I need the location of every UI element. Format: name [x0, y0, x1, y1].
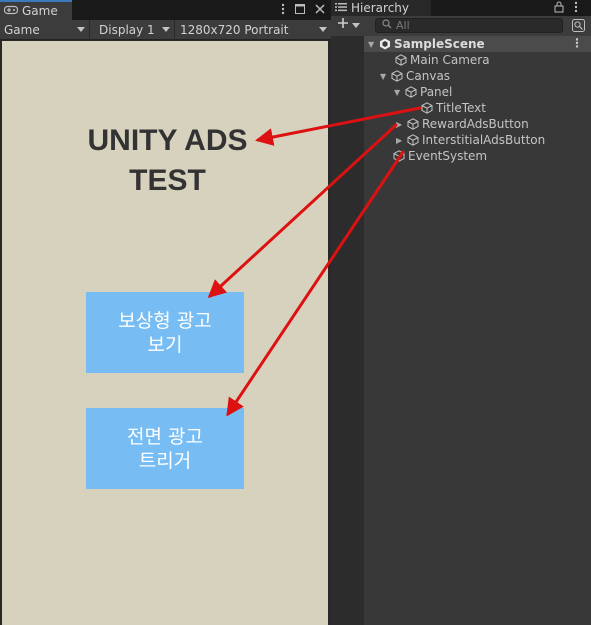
game-tab-bar: Game: [0, 0, 331, 20]
game-panel: Game Game Display 1 1280x720 Portrait UN…: [0, 0, 331, 625]
hierarchy-item-main-camera[interactable]: Main Camera: [394, 52, 490, 68]
hierarchy-item-panel[interactable]: ▼ Panel: [394, 84, 452, 100]
gameobject-cube-icon: [394, 54, 408, 66]
game-mode-label: Game: [4, 23, 40, 37]
search-placeholder: All: [396, 19, 410, 32]
hierarchy-item-label: RewardAdsButton: [422, 117, 529, 131]
hierarchy-item-label: Panel: [420, 85, 453, 99]
chevron-down-icon: [319, 27, 327, 32]
more-options-icon[interactable]: ⋮: [571, 36, 583, 50]
interstitial-button-label: 트리거: [138, 449, 192, 472]
expand-arrow-icon[interactable]: ▼: [394, 88, 404, 97]
reward-ads-button[interactable]: 보상형 광고 보기: [86, 292, 244, 373]
gameobject-cube-icon: [404, 86, 418, 98]
gameobject-cube-icon: [390, 70, 404, 82]
expand-arrow-icon[interactable]: ▼: [380, 72, 390, 81]
resolution-label: 1280x720 Portrait: [180, 23, 289, 37]
hierarchy-gutter: [331, 36, 364, 625]
hierarchy-item-label: TitleText: [436, 101, 486, 115]
hierarchy-item-label: EventSystem: [408, 149, 488, 163]
title-line: TEST: [129, 164, 206, 197]
expand-arrow-icon[interactable]: ▶: [396, 136, 406, 145]
hierarchy-toolbar: All: [331, 16, 591, 36]
title-text: UNITY ADS TEST: [2, 121, 333, 201]
chevron-down-icon: [162, 27, 170, 32]
lock-icon[interactable]: [554, 1, 564, 16]
tab-game-label: Game: [22, 4, 58, 18]
hierarchy-item-event-system[interactable]: EventSystem: [392, 148, 487, 164]
game-mode-dropdown[interactable]: Game: [0, 20, 90, 40]
close-icon[interactable]: [315, 3, 325, 17]
expand-arrow-icon[interactable]: ▼: [368, 40, 378, 49]
search-options-icon[interactable]: [572, 19, 585, 35]
tab-game[interactable]: Game: [0, 0, 72, 20]
display-dropdown[interactable]: Display 1: [95, 20, 175, 40]
hierarchy-tab-bar: Hierarchy: [331, 0, 591, 16]
interstitial-button-label: 전면 광고: [127, 425, 203, 448]
hierarchy-panel: Hierarchy All ▼ SampleScene ⋮ Main Camer…: [331, 0, 591, 625]
hierarchy-item-interstitial-ads-button[interactable]: ▶ InterstitialAdsButton: [396, 132, 545, 148]
hierarchy-item-canvas[interactable]: ▼ Canvas: [380, 68, 450, 84]
display-label: Display 1: [99, 23, 155, 37]
interstitial-ads-button[interactable]: 전면 광고 트리거: [86, 408, 244, 489]
create-button[interactable]: [337, 17, 360, 32]
hierarchy-item-label: Main Camera: [410, 53, 490, 67]
game-view: UNITY ADS TEST 보상형 광고 보기 전면 광고 트리거: [2, 41, 328, 625]
gamepad-icon: [3, 4, 19, 18]
expand-arrow-icon[interactable]: ▶: [396, 120, 406, 129]
more-options-icon[interactable]: [574, 1, 578, 16]
list-icon: [335, 1, 347, 15]
gameobject-cube-icon: [392, 150, 406, 162]
scene-name: SampleScene: [394, 37, 485, 51]
gameobject-cube-icon: [420, 102, 434, 114]
resolution-dropdown[interactable]: 1280x720 Portrait: [176, 20, 331, 40]
hierarchy-item-label: Canvas: [406, 69, 451, 83]
gameobject-cube-icon: [406, 134, 420, 146]
more-options-icon[interactable]: [281, 3, 285, 18]
unity-logo-icon: [378, 38, 392, 50]
title-line: UNITY ADS: [87, 124, 248, 157]
chevron-down-icon: [77, 27, 85, 32]
gameobject-cube-icon: [406, 118, 420, 130]
chevron-down-icon: [352, 18, 360, 32]
hierarchy-item-label: InterstitialAdsButton: [422, 133, 546, 147]
tab-hierarchy-label: Hierarchy: [351, 1, 410, 15]
reward-button-label: 보상형 광고: [118, 309, 212, 332]
maximize-icon[interactable]: [295, 3, 305, 17]
hierarchy-item-reward-ads-button[interactable]: ▶ RewardAdsButton: [396, 116, 529, 132]
reward-button-label: 보기: [147, 333, 183, 356]
game-toolbar: Game Display 1 1280x720 Portrait: [0, 20, 331, 40]
plus-icon: [337, 17, 349, 32]
scene-row[interactable]: ▼ SampleScene ⋮: [364, 36, 591, 52]
search-icon: [382, 19, 392, 32]
tab-hierarchy[interactable]: Hierarchy: [331, 0, 431, 16]
hierarchy-item-title-text[interactable]: TitleText: [420, 100, 486, 116]
hierarchy-search-input[interactable]: All: [375, 18, 563, 33]
